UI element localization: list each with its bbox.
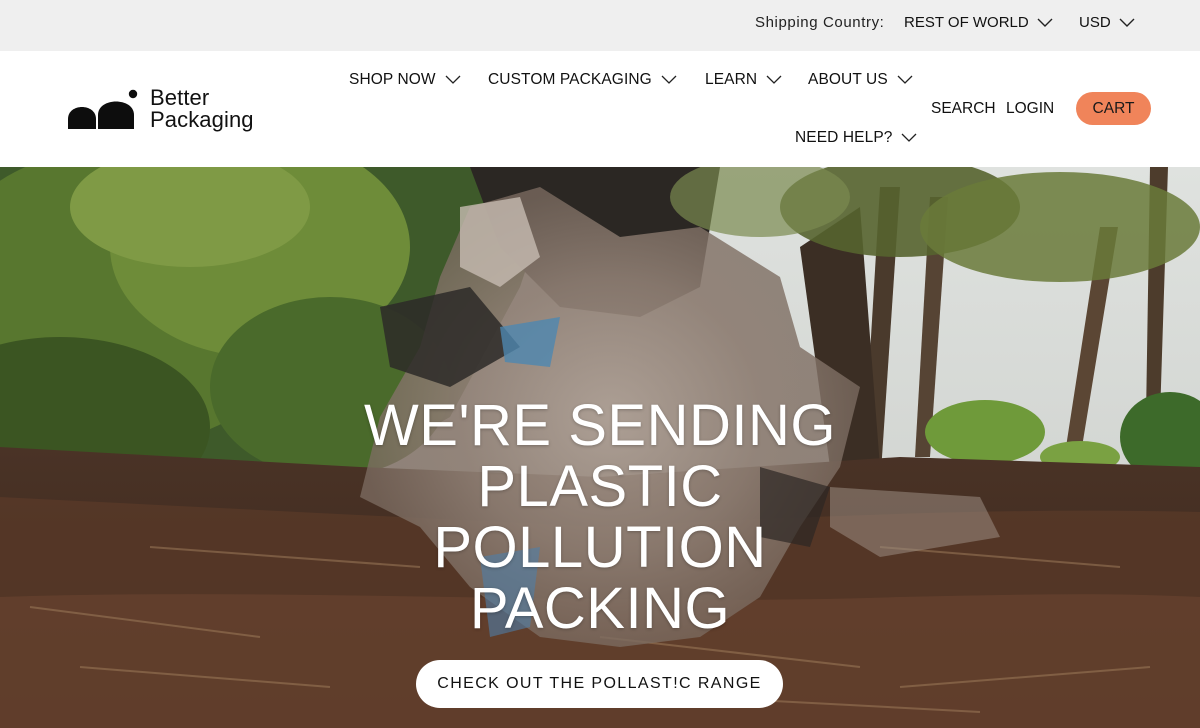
nav-shop-now[interactable]: SHOP NOW xyxy=(349,71,461,89)
hero-title-line: PACKING xyxy=(469,576,731,641)
hero-title-line: POLLUTION xyxy=(433,515,767,580)
cart-button[interactable]: CART xyxy=(1076,92,1151,125)
chevron-down-icon xyxy=(1119,18,1135,28)
chevron-down-icon xyxy=(897,75,913,85)
brand-logo[interactable]: Better Packaging xyxy=(66,87,254,131)
chevron-down-icon xyxy=(1037,18,1053,28)
chevron-down-icon xyxy=(445,75,461,85)
nav-custom-packaging-label: CUSTOM PACKAGING xyxy=(488,71,652,88)
pollastic-range-cta-button[interactable]: CHECK OUT THE POLLAST!C RANGE xyxy=(416,660,783,708)
hero-title: WE'RE SENDING PLASTIC POLLUTION PACKING xyxy=(300,395,900,639)
hero-title-line: WE'RE SENDING xyxy=(364,393,836,458)
nav-shop-now-label: SHOP NOW xyxy=(349,71,436,88)
brand-line-1: Better xyxy=(150,85,210,110)
shipping-country-select[interactable]: REST OF WORLD xyxy=(904,14,1053,31)
hero-title-line: PLASTIC xyxy=(477,454,723,519)
nav-about-us-label: ABOUT US xyxy=(808,71,888,88)
top-utility-bar: Shipping Country: REST OF WORLD USD xyxy=(0,0,1200,51)
nav-need-help-label: NEED HELP? xyxy=(795,129,893,146)
shipping-country-label: Shipping Country: xyxy=(755,14,885,31)
chevron-down-icon xyxy=(901,133,917,143)
nav-custom-packaging[interactable]: CUSTOM PACKAGING xyxy=(488,71,677,89)
nav-learn-label: LEARN xyxy=(705,71,758,88)
chevron-down-icon xyxy=(661,75,677,85)
nav-learn[interactable]: LEARN xyxy=(705,71,782,89)
better-packaging-logo-icon xyxy=(68,89,138,129)
site-header: Better Packaging SHOP NOW CUSTOM PACKAGI… xyxy=(0,51,1200,167)
currency-select[interactable]: USD xyxy=(1079,14,1135,31)
hero-banner: WE'RE SENDING PLASTIC POLLUTION PACKING … xyxy=(0,167,1200,728)
search-link[interactable]: SEARCH xyxy=(931,100,996,118)
shipping-country-value: REST OF WORLD xyxy=(904,14,1029,31)
login-link[interactable]: LOGIN xyxy=(1006,100,1054,118)
currency-value: USD xyxy=(1079,14,1111,31)
chevron-down-icon xyxy=(766,75,782,85)
nav-about-us[interactable]: ABOUT US xyxy=(808,71,913,89)
brand-wordmark: Better Packaging xyxy=(150,87,254,131)
brand-line-2: Packaging xyxy=(150,107,254,132)
nav-need-help[interactable]: NEED HELP? xyxy=(795,129,917,147)
